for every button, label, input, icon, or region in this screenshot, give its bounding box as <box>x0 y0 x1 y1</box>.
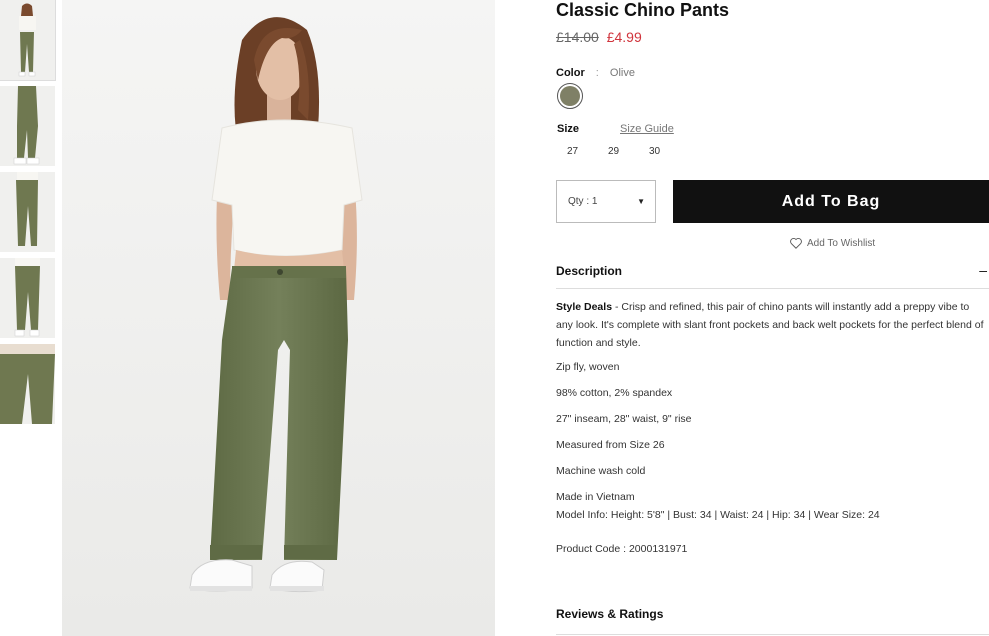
add-to-wishlist-link[interactable]: Add To Wishlist <box>789 236 875 250</box>
reviews-accordion-header[interactable]: Reviews & Ratings <box>556 607 989 635</box>
size-option-27[interactable]: 27 <box>567 146 608 157</box>
list-item: 27" inseam, 28" waist, 9" rise <box>556 413 692 425</box>
main-product-image[interactable] <box>62 0 495 636</box>
size-guide-link[interactable]: Size Guide <box>620 123 674 135</box>
color-swatch-olive[interactable] <box>557 83 583 109</box>
heart-icon <box>790 237 802 249</box>
product-title: Classic Chino Pants <box>556 0 730 20</box>
size-option-30[interactable]: 30 <box>649 146 690 157</box>
description-lead: Style Deals - Crisp and refined, this pa… <box>556 298 989 352</box>
add-to-bag-button[interactable]: Add To Bag <box>673 180 989 223</box>
sale-price: £4.99 <box>606 29 642 45</box>
description-lead-text: - Crisp and refined, this pair of chino … <box>556 301 984 349</box>
thumbnail-image-front-close <box>0 258 55 338</box>
quantity-label: Qty : 1 <box>568 196 598 207</box>
thumbnail-3[interactable] <box>0 172 55 252</box>
thumbnail-image-front <box>0 0 55 80</box>
size-option-29[interactable]: 29 <box>608 146 649 157</box>
thumbnail-image-side <box>0 86 55 166</box>
swatch-fill <box>560 86 580 106</box>
color-value: Olive <box>609 67 635 79</box>
quantity-select[interactable]: Qty : 1 ▼ <box>556 180 656 223</box>
color-row: Color : Olive <box>556 67 635 79</box>
collapse-icon[interactable]: – <box>979 262 987 278</box>
list-item: Machine wash cold <box>556 465 646 477</box>
thumbnail-image-back <box>0 172 55 252</box>
reviews-title: Reviews & Ratings <box>556 607 664 621</box>
thumbnail-1[interactable] <box>0 0 56 81</box>
model-illustration <box>62 0 495 636</box>
price-row: £14.00 £4.99 <box>556 29 642 45</box>
description-title: Description <box>556 264 623 278</box>
model-info: Model Info: Height: 5'8" | Bust: 34 | Wa… <box>556 509 880 521</box>
color-separator: : <box>595 67 599 79</box>
original-price: £14.00 <box>556 29 599 45</box>
thumbnail-2[interactable] <box>0 86 55 166</box>
thumbnail-list <box>0 0 56 430</box>
size-options: 27 29 30 <box>567 146 690 157</box>
description-body: Style Deals - Crisp and refined, this pa… <box>556 298 989 558</box>
description-accordion-header[interactable]: Description – <box>556 262 989 289</box>
description-bullets: Zip fly, woven 98% cotton, 2% spandex 27… <box>556 354 989 510</box>
thumbnail-4[interactable] <box>0 258 55 338</box>
caret-down-icon: ▼ <box>637 197 645 206</box>
size-label: Size <box>557 123 580 135</box>
description-lead-bold: Style Deals <box>556 301 613 313</box>
list-item: Zip fly, woven <box>556 361 620 373</box>
color-label: Color <box>556 67 585 79</box>
list-item: Measured from Size 26 <box>556 439 665 451</box>
product-code: Product Code : 2000131971 <box>556 543 688 555</box>
thumbnail-5[interactable] <box>0 344 55 424</box>
wishlist-label: Add To Wishlist <box>807 237 876 249</box>
thumbnail-image-detail <box>0 344 55 424</box>
list-item: 98% cotton, 2% spandex <box>556 387 673 399</box>
